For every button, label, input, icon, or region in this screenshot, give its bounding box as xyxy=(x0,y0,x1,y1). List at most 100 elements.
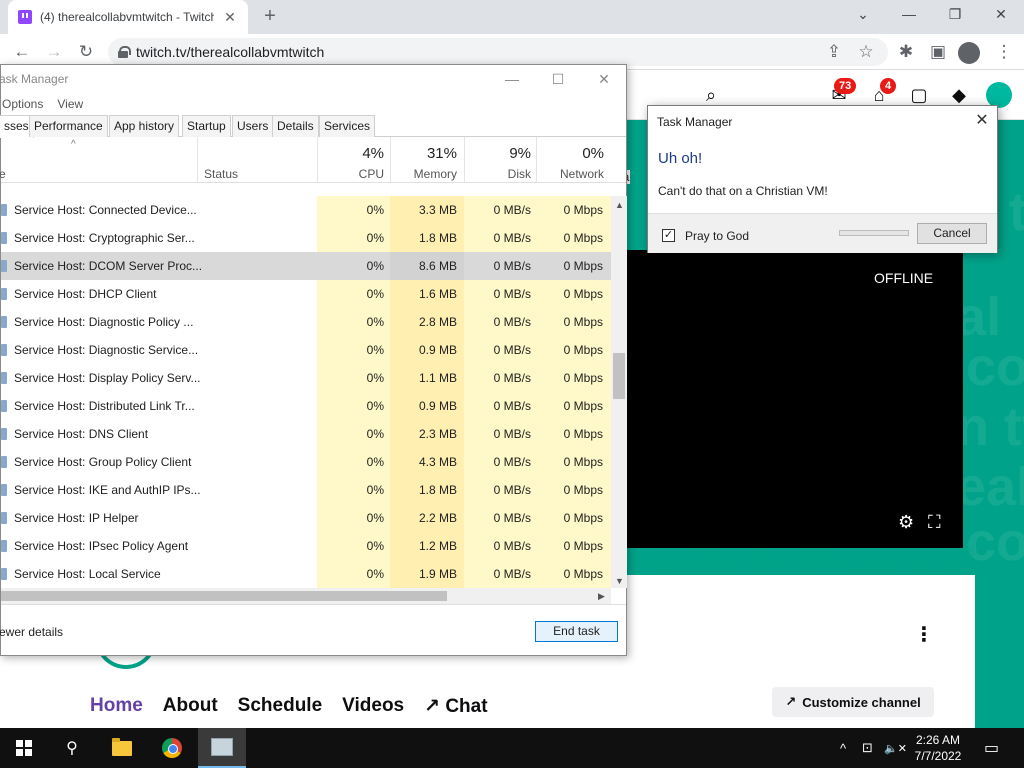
process-cpu: 0% xyxy=(366,315,384,329)
channel-banner-edge xyxy=(975,575,1024,728)
table-row[interactable]: Service Host: IKE and AuthIP IPs... 0% 1.8… xyxy=(1,476,611,504)
scroll-down-icon[interactable]: ▼ xyxy=(615,576,624,586)
table-row[interactable]: Service Host: Local Service 0% 1.9 MB 0 MB/… xyxy=(1,560,611,588)
minimize-button[interactable]: — xyxy=(489,65,535,93)
process-disk: 0 MB/s xyxy=(493,455,531,469)
back-button[interactable]: ← xyxy=(8,38,36,66)
table-row[interactable]: Service Host: Display Policy Serv... 0% 1.… xyxy=(1,364,611,392)
taskbar-chrome[interactable] xyxy=(148,728,196,768)
system-clock[interactable]: 2:26 AM 7/7/2022 xyxy=(905,732,971,764)
minimize-button[interactable]: — xyxy=(886,0,932,30)
extensions-icon[interactable]: ✱ xyxy=(892,38,920,66)
taskbar-task-manager[interactable] xyxy=(198,728,246,768)
cancel-button[interactable]: Cancel xyxy=(917,223,987,244)
process-network: 0 Mbps xyxy=(563,343,603,357)
process-disk: 0 MB/s xyxy=(493,287,531,301)
dialog-close-icon[interactable]: ✕ xyxy=(970,110,994,130)
table-row[interactable]: Service Host: Diagnostic Service... 0% 0.9… xyxy=(1,336,611,364)
table-row[interactable]: Service Host: DCOM Server Proc... 0% 8.6 M… xyxy=(1,252,611,280)
address-bar[interactable]: twitch.tv/therealcollabvmtwitch xyxy=(108,38,888,66)
video-player[interactable]: OFFLINE ⚙ ⛶ xyxy=(626,250,963,548)
maximize-button[interactable]: ☐ xyxy=(535,65,581,93)
chrome-icon xyxy=(162,738,182,758)
menu-options[interactable]: Options xyxy=(2,97,43,111)
tab-services[interactable]: Services xyxy=(319,115,376,137)
horizontal-scrollbar[interactable]: ▶ xyxy=(1,588,611,604)
tab-close-icon[interactable]: ✕ xyxy=(222,9,238,26)
vertical-scrollbar[interactable]: ▲ ▼ xyxy=(611,196,627,588)
notifications-icon[interactable]: ▭ xyxy=(984,728,999,768)
profile-avatar[interactable] xyxy=(958,42,980,64)
table-row[interactable]: Service Host: Group Policy Client 0% 4.3 M… xyxy=(1,448,611,476)
tab-app-history[interactable]: App history xyxy=(109,115,180,137)
search-button[interactable]: ⚲ xyxy=(48,728,96,768)
restore-button[interactable]: ❐ xyxy=(932,0,978,30)
table-row[interactable]: Service Host: IP Helper 0% 2.2 MB 0 MB/s 0 M… xyxy=(1,504,611,532)
customize-channel-button[interactable]: ↗ Customize channel xyxy=(772,687,934,717)
table-row[interactable]: Service Host: Diagnostic Policy ... 0% 2.8… xyxy=(1,308,611,336)
horizontal-scroll-thumb[interactable] xyxy=(1,591,447,601)
gear-icon xyxy=(1,232,7,244)
pray-checkbox-label[interactable]: Pray to God xyxy=(685,229,749,243)
twitch-favicon-icon xyxy=(18,10,32,24)
tab-users[interactable]: Users xyxy=(232,115,274,137)
pray-checkbox[interactable]: ✓ xyxy=(662,229,675,242)
reload-button[interactable]: ↻ xyxy=(72,38,100,66)
side-panel-icon[interactable]: ▣ xyxy=(924,38,952,66)
network-icon[interactable]: ⊡ xyxy=(862,728,873,768)
more-options-icon[interactable]: ⋮ xyxy=(914,622,934,647)
process-memory: 0.9 MB xyxy=(418,399,457,413)
task-manager-titlebar[interactable]: ask Manager — ☐ ✕ xyxy=(0,65,627,93)
column-name[interactable]: e xyxy=(0,167,6,181)
tab-search-button[interactable]: ⌄ xyxy=(840,0,886,30)
table-row[interactable]: Service Host: Distributed Link Tr... 0% 0.… xyxy=(1,392,611,420)
column-memory[interactable]: Memory xyxy=(390,167,457,181)
close-button[interactable]: ✕ xyxy=(581,65,627,93)
close-window-button[interactable]: ✕ xyxy=(978,0,1024,30)
tab-details[interactable]: Details xyxy=(272,115,319,137)
volume-muted-icon[interactable]: 🔈✕ xyxy=(884,728,907,768)
channel-tab-videos[interactable]: Videos xyxy=(342,695,404,718)
table-row[interactable]: Service Host: DNS Client 0% 2.3 MB 0 MB/s 0 … xyxy=(1,420,611,448)
column-network[interactable]: Network xyxy=(536,167,604,181)
start-button[interactable] xyxy=(0,728,48,768)
scroll-up-icon[interactable]: ▲ xyxy=(615,200,624,210)
search-icon[interactable]: ⌕ xyxy=(700,84,722,106)
column-cpu[interactable]: CPU xyxy=(317,167,384,181)
process-memory: 1.8 MB xyxy=(418,483,457,497)
table-row[interactable]: Service Host: DHCP Client 0% 1.6 MB 0 MB/s 0… xyxy=(1,280,611,308)
folder-icon xyxy=(112,737,132,756)
table-row[interactable]: Service Host: Cryptographic Ser... 0% 1.8 … xyxy=(1,224,611,252)
share-icon[interactable]: ⇪ xyxy=(820,38,848,66)
menu-view[interactable]: View xyxy=(57,97,83,111)
prime-icon[interactable]: ◆ xyxy=(948,84,970,106)
chrome-menu-icon[interactable]: ⋮ xyxy=(990,38,1018,66)
table-row[interactable]: Service Host: IPsec Policy Agent 0% 1.2 MB… xyxy=(1,532,611,560)
vertical-scroll-thumb[interactable] xyxy=(613,353,625,399)
tab-performance[interactable]: Performance xyxy=(29,115,108,137)
scroll-right-icon[interactable]: ▶ xyxy=(598,591,605,602)
process-network: 0 Mbps xyxy=(563,315,603,329)
column-disk[interactable]: Disk xyxy=(464,167,531,181)
tab-startup[interactable]: Startup xyxy=(182,115,231,137)
bookmark-star-icon[interactable]: ☆ xyxy=(852,38,880,66)
taskbar-file-explorer[interactable] xyxy=(98,728,146,768)
settings-gear-icon[interactable]: ⚙ xyxy=(898,512,914,533)
fewer-details-link[interactable]: ewer details xyxy=(0,625,63,639)
channel-tab-schedule[interactable]: Schedule xyxy=(238,695,322,718)
process-name: Service Host: Group Policy Client xyxy=(14,455,192,469)
column-divider[interactable] xyxy=(197,137,198,183)
new-tab-button[interactable]: + xyxy=(256,3,284,31)
end-task-button[interactable]: End task xyxy=(535,621,618,642)
browser-tab[interactable]: (4) therealcollabvmtwitch - Twitch ✕ xyxy=(8,0,248,34)
table-row[interactable]: Service Host: Connected Device... 0% 3.3 M… xyxy=(1,196,611,224)
channel-tab-about[interactable]: About xyxy=(163,695,218,718)
whispers-icon[interactable]: ▢ xyxy=(908,84,930,106)
column-status[interactable]: Status xyxy=(204,167,238,181)
channel-tab-home[interactable]: Home xyxy=(90,695,143,718)
process-name: Service Host: IKE and AuthIP IPs... xyxy=(14,483,201,497)
forward-button[interactable]: → xyxy=(40,38,68,66)
tray-overflow-icon[interactable]: ^ xyxy=(840,728,846,768)
fullscreen-icon[interactable]: ⛶ xyxy=(928,512,941,533)
channel-tab-chat[interactable]: ↗ Chat xyxy=(424,695,487,718)
